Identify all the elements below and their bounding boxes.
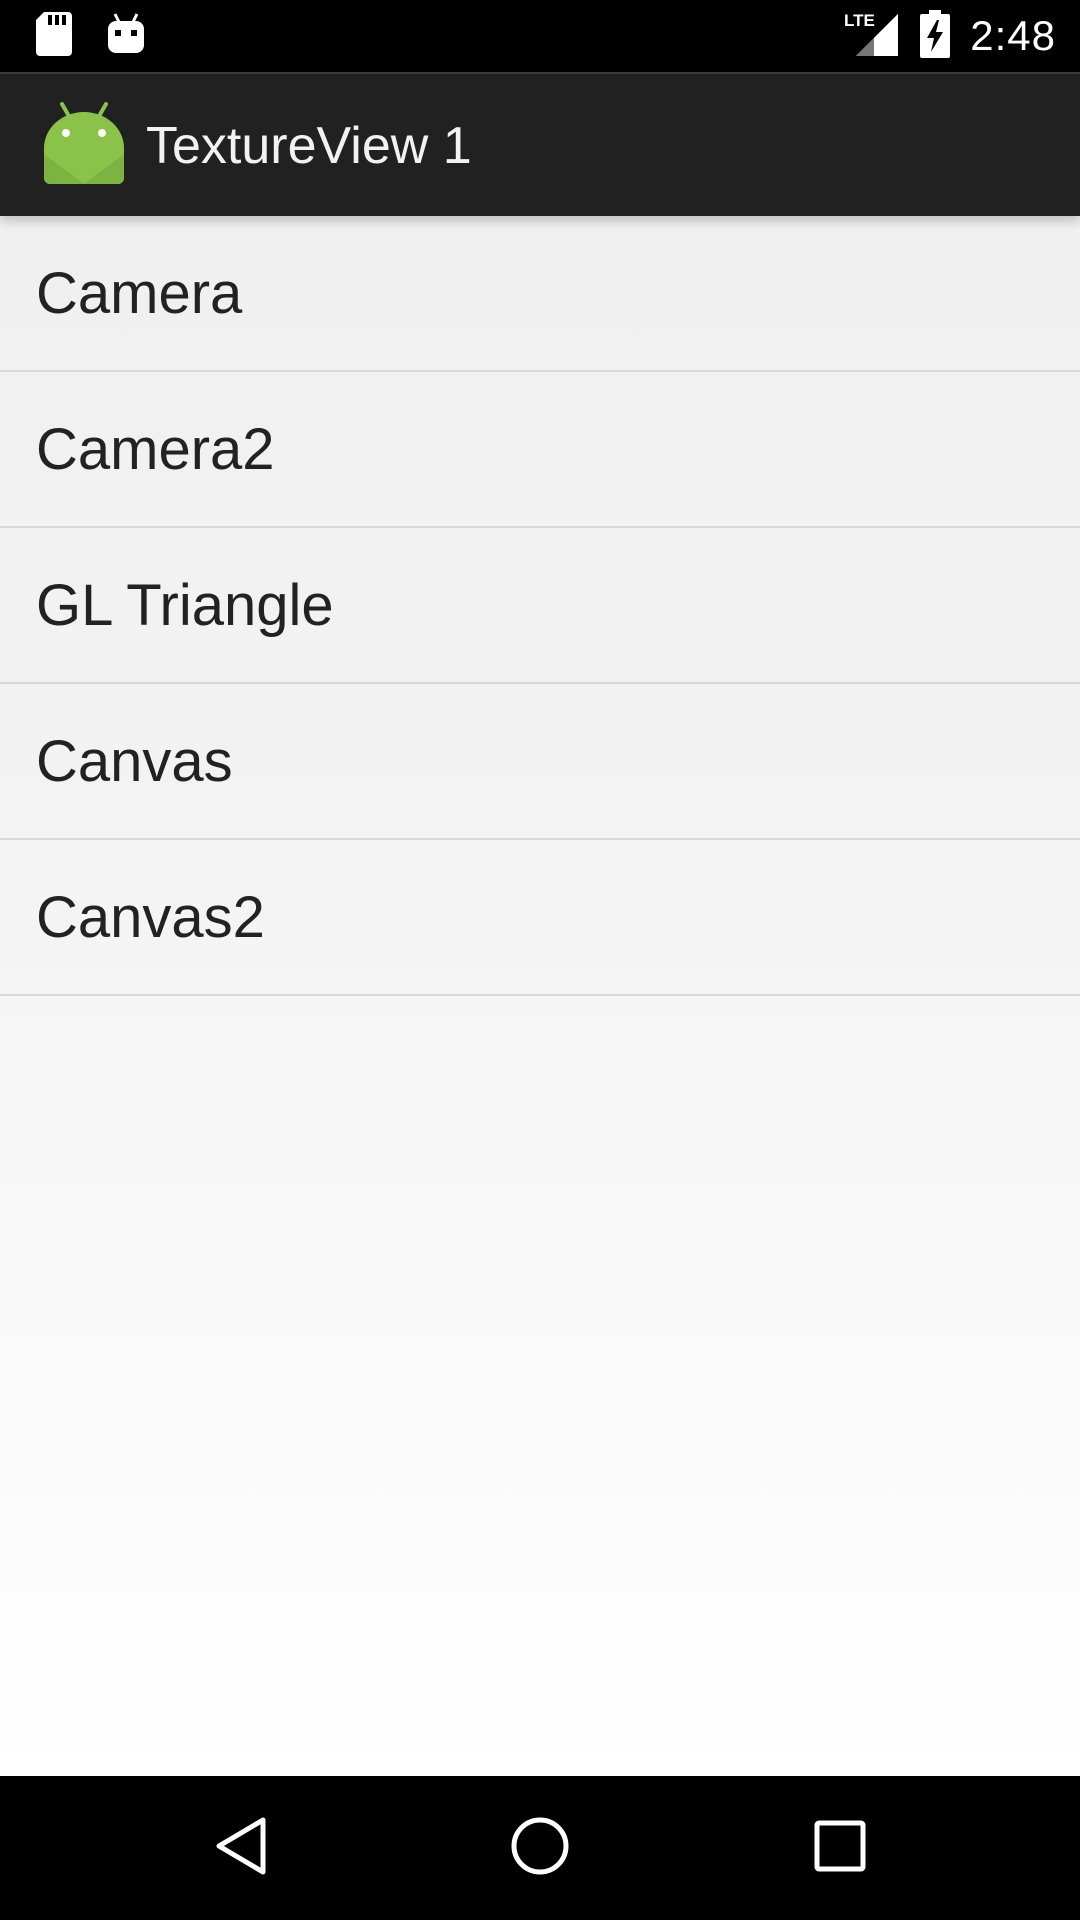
page-title: TextureView 1 <box>146 117 472 175</box>
list-item-label: GL Triangle <box>36 572 334 638</box>
recents-icon <box>814 1820 866 1877</box>
status-notification-icons <box>36 11 144 61</box>
list-item-label: Canvas2 <box>36 884 265 950</box>
status-bar: LTE 2:48 <box>0 0 1080 72</box>
android-debug-icon <box>108 12 144 60</box>
list-item-canvas2[interactable]: Canvas2 <box>0 840 1080 996</box>
navigation-bar <box>0 1776 1080 1920</box>
action-bar: TextureView 1 <box>0 72 1080 216</box>
home-button[interactable] <box>490 1798 590 1898</box>
list-item-camera2[interactable]: Camera2 <box>0 372 1080 528</box>
svg-text:LTE: LTE <box>844 11 875 30</box>
list-item-label: Canvas <box>36 728 233 794</box>
sd-card-icon <box>36 11 72 61</box>
back-button[interactable] <box>191 1798 291 1898</box>
back-icon <box>213 1816 269 1881</box>
lte-signal-icon: LTE <box>844 10 900 63</box>
status-system-icons: LTE 2:48 <box>844 0 1056 72</box>
list-item-label: Camera2 <box>36 416 275 482</box>
list-item-gl-triangle[interactable]: GL Triangle <box>0 528 1080 684</box>
android-logo-icon <box>44 102 124 184</box>
recents-button[interactable] <box>790 1798 890 1898</box>
main-content: Camera Camera2 GL Triangle Canvas Canvas… <box>0 216 1080 1776</box>
texture-view-list: Camera Camera2 GL Triangle Canvas Canvas… <box>0 216 1080 996</box>
list-item-camera[interactable]: Camera <box>0 216 1080 372</box>
list-item-canvas[interactable]: Canvas <box>0 684 1080 840</box>
list-item-label: Camera <box>36 260 243 326</box>
battery-charging-icon <box>920 9 951 63</box>
status-time: 2:48 <box>970 12 1056 59</box>
home-icon <box>510 1816 570 1881</box>
